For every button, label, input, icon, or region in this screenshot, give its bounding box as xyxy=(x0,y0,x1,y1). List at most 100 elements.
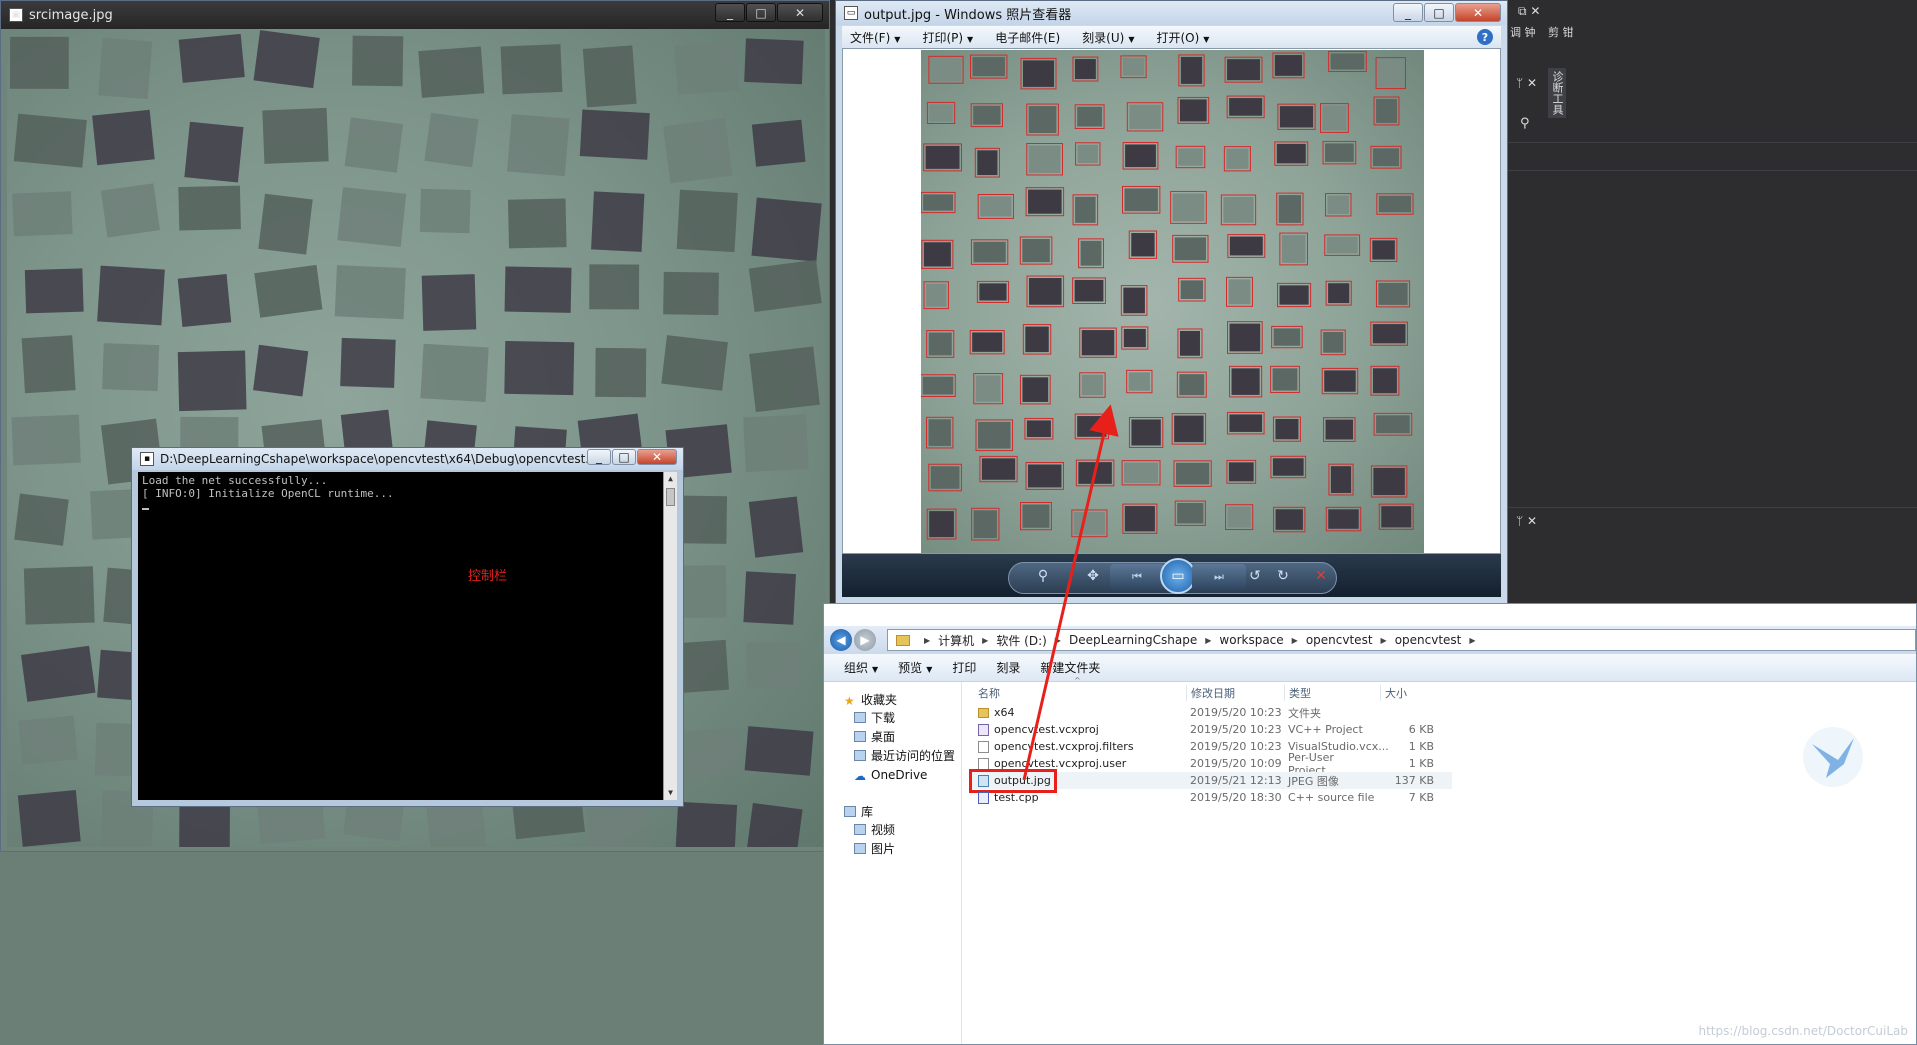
patch-mark xyxy=(663,118,733,184)
patch-mark xyxy=(1124,506,1155,532)
column-header-name[interactable]: 名称 xyxy=(972,685,1186,701)
breadcrumb-deeplearning[interactable]: DeepLearningCshape xyxy=(1069,633,1197,647)
forward-button[interactable]: ▶ xyxy=(854,629,876,651)
menu-file[interactable]: 文件(F) ▼ xyxy=(850,29,900,46)
console-minimize-button[interactable]: _ xyxy=(587,449,611,465)
diagnostic-tools-tab[interactable]: 诊断工具 xyxy=(1548,68,1566,118)
organize-menu[interactable]: 组织 ▼ xyxy=(844,659,878,676)
print-command[interactable]: 打印 xyxy=(952,659,976,676)
patch-mark xyxy=(743,571,796,625)
maximize-button[interactable]: □ xyxy=(746,3,776,22)
file-row[interactable]: test.cpp 2019/5/20 18:30 C++ source file… xyxy=(972,789,1452,806)
patch-mark xyxy=(1381,506,1412,528)
scroll-up-arrow-icon[interactable]: ▲ xyxy=(664,472,677,486)
next-button[interactable]: ⏭ xyxy=(1192,564,1246,590)
rotate-left-icon[interactable]: ↺ xyxy=(1244,568,1266,584)
help-icon[interactable]: ? xyxy=(1477,29,1493,45)
ide-pin-close-controls[interactable]: ᛘ ✕ xyxy=(1516,514,1917,532)
viewer-close-button[interactable]: ✕ xyxy=(1455,3,1501,22)
back-button[interactable]: ◀ xyxy=(830,629,852,651)
actual-size-icon[interactable]: ✥ xyxy=(1082,568,1104,584)
patch-mark xyxy=(1025,326,1049,353)
file-row[interactable]: x64 2019/5/20 10:23 文件夹 xyxy=(972,704,1452,721)
console-close-button[interactable]: ✕ xyxy=(637,449,677,465)
scroll-thumb[interactable] xyxy=(666,488,675,506)
console-output[interactable]: Load the net successfully... [ INFO:0] I… xyxy=(138,472,677,800)
file-row[interactable]: opencvtest.vcxproj 2019/5/20 10:23 VC++ … xyxy=(972,721,1452,738)
nav-item-desktop[interactable]: 桌面 xyxy=(824,727,961,746)
file-row[interactable]: opencvtest.vcxproj.filters 2019/5/20 10:… xyxy=(972,738,1452,755)
nav-item-pictures[interactable]: 图片 xyxy=(824,839,961,858)
breadcrumb-opencvtest[interactable]: opencvtest xyxy=(1306,633,1373,647)
new-folder-button[interactable]: 新建文件夹 xyxy=(1040,659,1100,676)
close-button[interactable]: ✕ xyxy=(777,3,823,22)
menu-print[interactable]: 打印(P) ▼ xyxy=(922,29,973,46)
patch-mark xyxy=(1227,506,1251,528)
next-icon: ⏭ xyxy=(1214,570,1224,583)
minimize-button[interactable]: _ xyxy=(715,3,745,22)
console-maximize-button[interactable]: □ xyxy=(612,449,636,465)
nav-item-label: 视频 xyxy=(871,823,896,837)
delete-icon[interactable]: ✕ xyxy=(1310,568,1332,584)
breadcrumb-opencvtest-inner[interactable]: opencvtest xyxy=(1395,633,1462,647)
address-path[interactable]: ▶ 计算机 ▶ 软件 (D:) ▶ DeepLearningCshape ▶ w… xyxy=(887,629,1916,651)
console-titlebar[interactable]: ▪ D:\DeepLearningCshape\workspace\opencv… xyxy=(132,448,683,470)
patch-mark xyxy=(253,30,320,89)
file-name: opencvtest.vcxproj.filters xyxy=(994,740,1134,753)
viewer-app-icon: ▭ xyxy=(844,6,858,20)
viewer-titlebar[interactable]: ▭ output.jpg - Windows 照片查看器 _ □ ✕ xyxy=(836,1,1507,25)
patch-mark xyxy=(500,44,563,95)
previous-button[interactable]: ⏮ xyxy=(1110,564,1164,590)
breadcrumb-computer[interactable]: 计算机 xyxy=(938,632,974,649)
output-image[interactable] xyxy=(921,50,1424,553)
nav-item-videos[interactable]: 视频 xyxy=(824,820,961,839)
chevron-right-icon: ▶ xyxy=(982,635,989,645)
patch-mark xyxy=(928,419,951,446)
patch-mark xyxy=(923,194,953,211)
nav-item-onedrive[interactable]: ☁ OneDrive xyxy=(824,765,961,784)
scroll-down-arrow-icon[interactable]: ▼ xyxy=(664,786,677,800)
patch-mark xyxy=(1328,283,1350,304)
column-header-type[interactable]: 类型 xyxy=(1284,685,1380,701)
breadcrumb-workspace[interactable]: workspace xyxy=(1219,633,1283,647)
libraries-group[interactable]: 库 xyxy=(824,802,961,820)
patch-mark xyxy=(344,117,404,173)
column-header-date[interactable]: 修改日期 xyxy=(1186,685,1284,701)
menu-email[interactable]: 电子邮件(E) xyxy=(995,29,1060,46)
slideshow-button[interactable]: ▭ xyxy=(1160,558,1196,594)
column-header-size[interactable]: 大小 xyxy=(1380,685,1440,701)
patch-mark xyxy=(973,241,1006,263)
menu-burn[interactable]: 刻录(U) ▼ xyxy=(1082,29,1134,46)
viewer-minimize-button[interactable]: _ xyxy=(1393,3,1423,22)
patch-mark xyxy=(11,414,81,466)
search-icon[interactable]: ⚲ xyxy=(1520,116,1530,131)
ide-tab-label[interactable]: 剪 钳 xyxy=(1548,24,1574,40)
srcimage-titlebar[interactable]: ▣ srcimage.jpg _ □ ✕ xyxy=(1,1,829,29)
viewer-maximize-button[interactable]: □ xyxy=(1424,3,1454,22)
rotate-right-icon[interactable]: ↻ xyxy=(1272,568,1294,584)
ide-pin-close-controls[interactable]: ᛘ ✕ xyxy=(1516,76,1917,94)
preview-menu[interactable]: 预览 ▼ xyxy=(898,659,932,676)
ide-window-controls[interactable]: ⧉ ✕ xyxy=(1518,4,1540,19)
file-size: 1 KB xyxy=(1408,740,1434,753)
burn-command[interactable]: 刻录 xyxy=(996,659,1020,676)
console-icon: ▪ xyxy=(140,452,154,466)
menu-file-label: 文件(F) xyxy=(850,30,891,45)
document-icon xyxy=(978,740,989,753)
patch-mark xyxy=(1075,196,1096,223)
nav-item-downloads[interactable]: 下载 xyxy=(824,708,961,727)
patch-mark xyxy=(504,266,572,313)
patch-mark xyxy=(507,198,567,249)
patch-mark xyxy=(418,46,485,98)
patch-mark xyxy=(337,187,407,247)
favorites-group[interactable]: ★ 收藏夹 xyxy=(824,690,961,708)
file-row-output-jpg[interactable]: output.jpg 2019/5/21 12:13 JPEG 图像 137 K… xyxy=(969,769,1452,793)
chevron-down-icon: ▼ xyxy=(967,34,974,44)
nav-item-recent[interactable]: 最近访问的位置 xyxy=(824,746,961,765)
menu-open[interactable]: 打开(O) ▼ xyxy=(1156,29,1209,46)
breadcrumb-drive[interactable]: 软件 (D:) xyxy=(996,632,1046,649)
zoom-icon[interactable]: ⚲ xyxy=(1032,568,1054,584)
patch-mark xyxy=(1272,458,1304,476)
console-scrollbar[interactable]: ▲ ▼ xyxy=(663,472,677,800)
ide-tab-label[interactable]: 调 钟 xyxy=(1510,24,1536,40)
